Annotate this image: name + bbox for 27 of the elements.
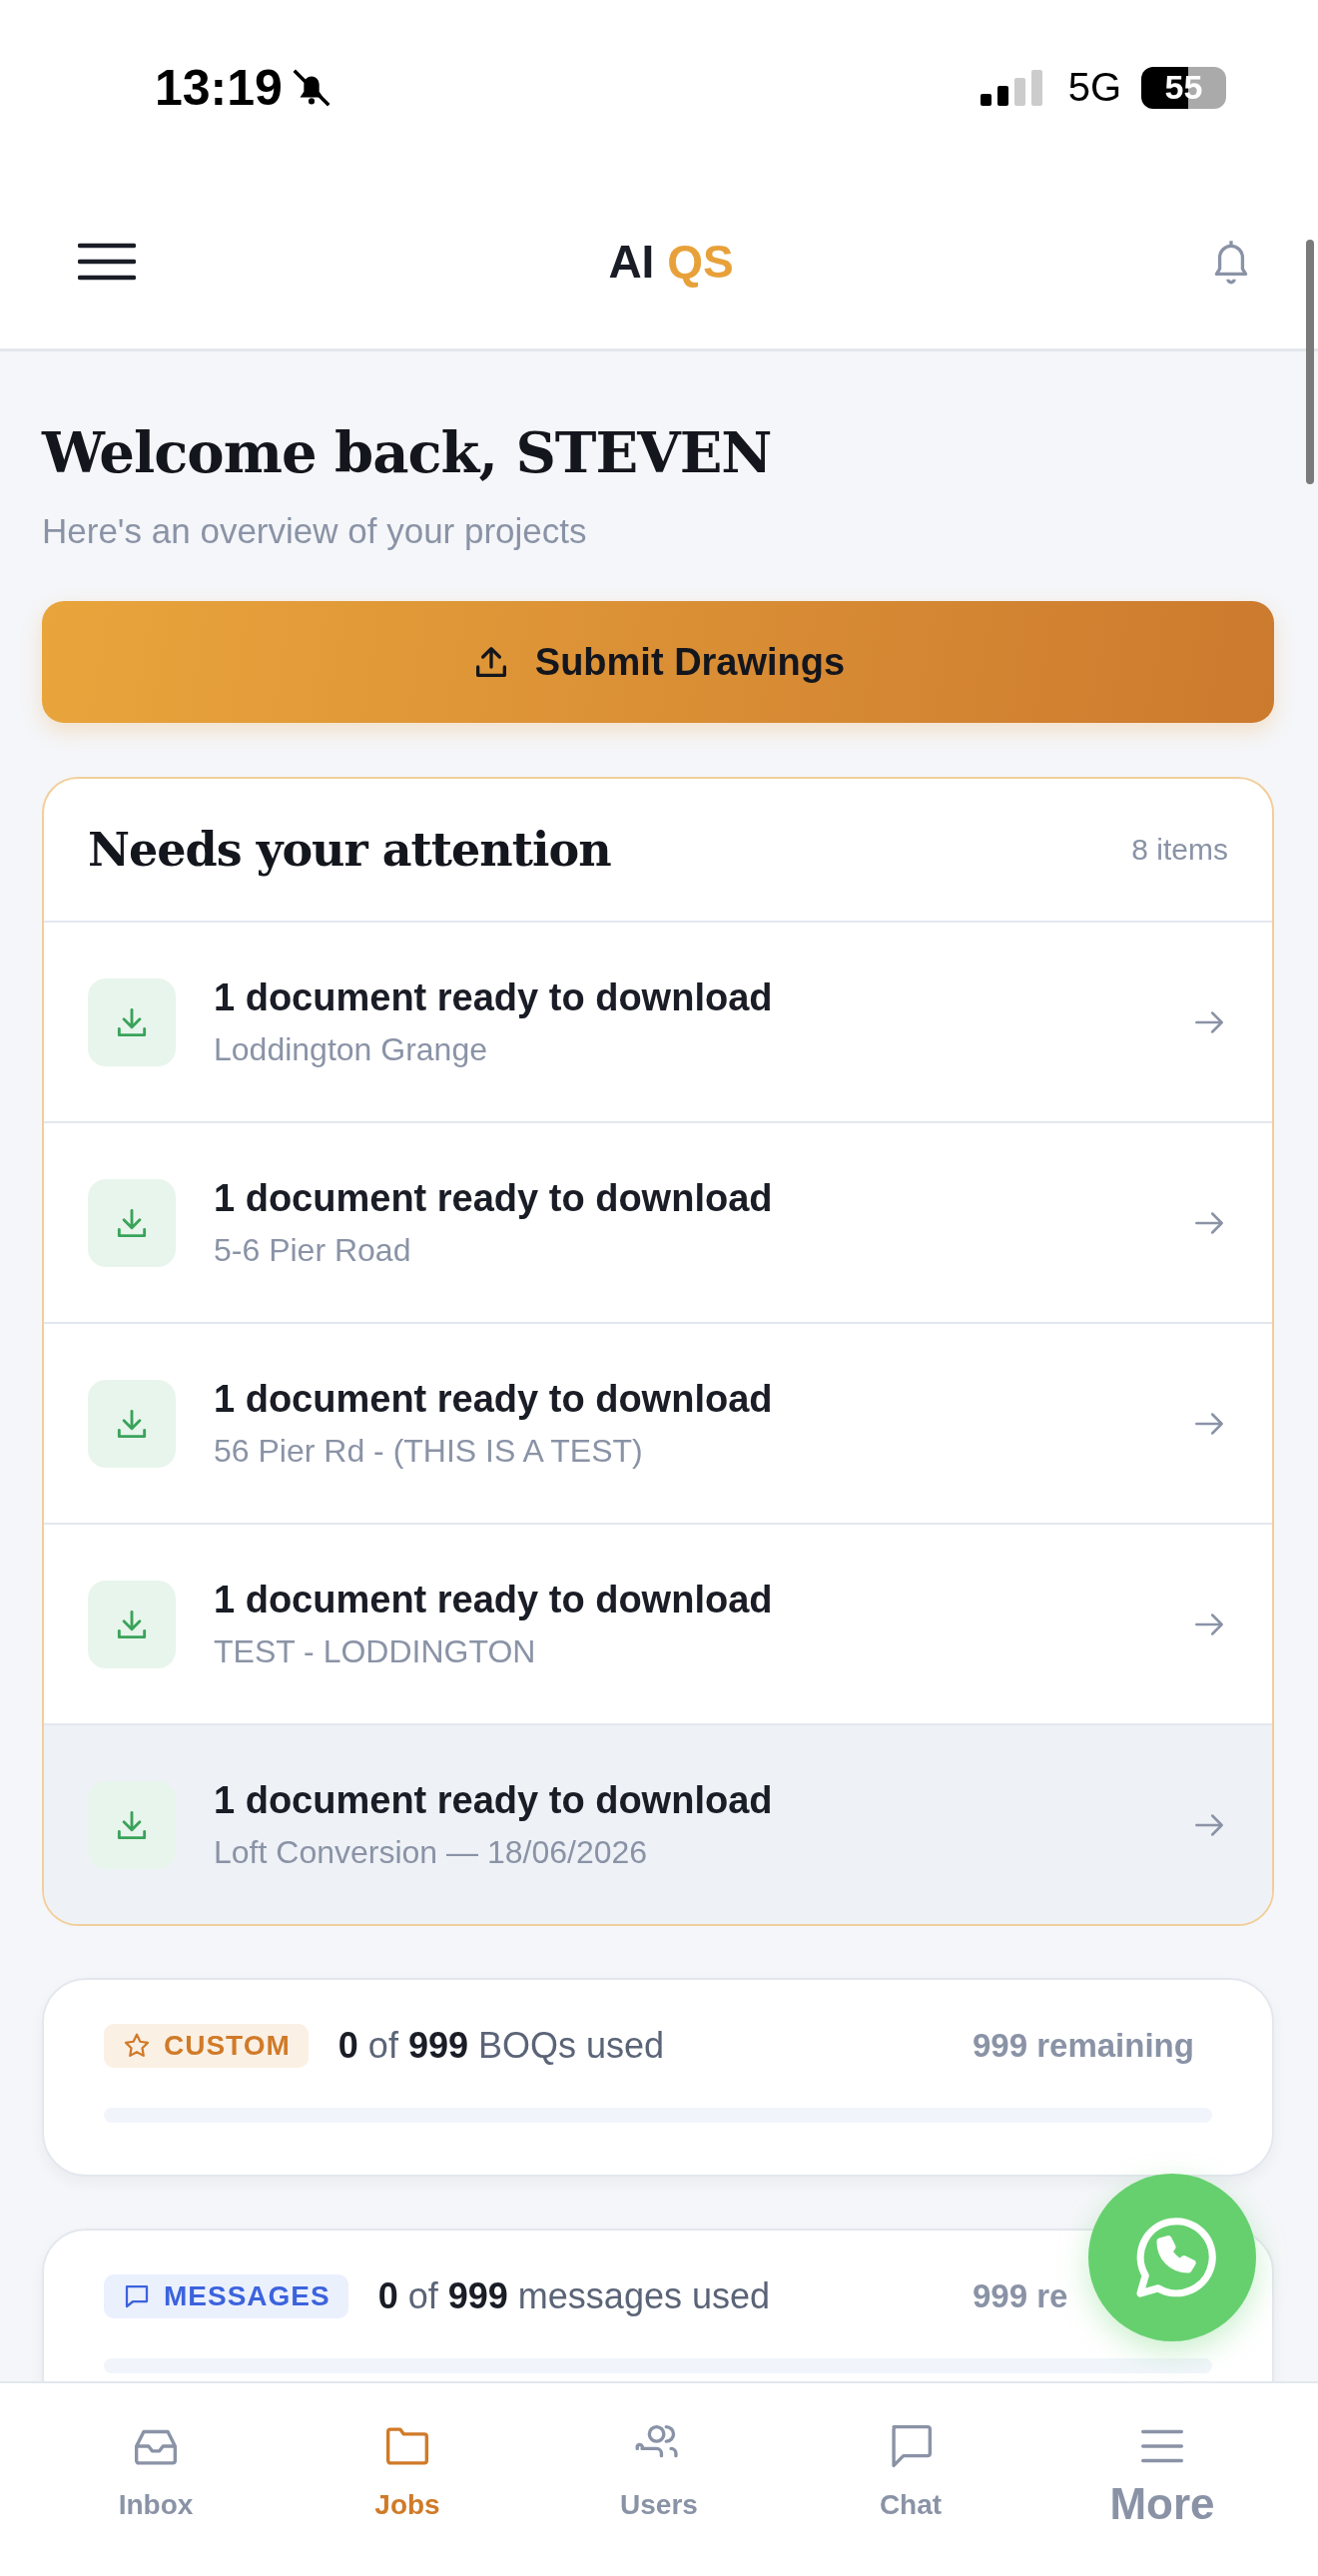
section-title: Needs your attention xyxy=(88,823,611,877)
project-name: Loft Conversion — 18/06/2026 xyxy=(214,1833,649,1871)
item-title: 1 document ready to download xyxy=(214,1578,774,1621)
project-name: TEST - LODDINGTON xyxy=(214,1632,537,1670)
item-count: 8 items xyxy=(1131,833,1228,867)
project-name: Loddington Grange xyxy=(214,1030,488,1068)
project-name: 5-6 Pier Road xyxy=(214,1231,412,1269)
clock-time: 13:19 xyxy=(155,58,283,117)
usage-text: 0 of 999 messages used xyxy=(377,2275,771,2317)
item-title: 1 document ready to download xyxy=(214,1377,774,1421)
app-logo: AI QS xyxy=(608,235,734,289)
network-label: 5G xyxy=(1067,65,1121,110)
usage-text: 0 of 999 BOQs used xyxy=(337,2025,666,2067)
item-title: 1 document ready to download xyxy=(214,1176,774,1220)
menu-icon[interactable] xyxy=(78,242,136,282)
plan-badge: CUSTOM xyxy=(104,2024,309,2068)
project-name: 56 Pier Rd - (THIS IS A TEST) xyxy=(214,1432,644,1470)
remaining-count: 999 re xyxy=(973,2277,1069,2315)
welcome-subtitle: Here's an overview of your projects xyxy=(42,511,588,551)
remaining-count: 999 remaining xyxy=(973,2027,1195,2065)
welcome-title: Welcome back, STEVEN xyxy=(42,419,773,485)
signal-icon xyxy=(980,67,1044,108)
item-title: 1 document ready to download xyxy=(214,1778,774,1822)
attention-list-item[interactable]: 1 document ready to download Loft Conversion — 18/06/2026 xyxy=(44,1725,1272,1924)
submit-drawings-button[interactable]: Submit Drawings xyxy=(42,601,1274,723)
plan-badge: MESSAGES xyxy=(104,2274,348,2318)
item-title: 1 document ready to download xyxy=(214,975,774,1019)
